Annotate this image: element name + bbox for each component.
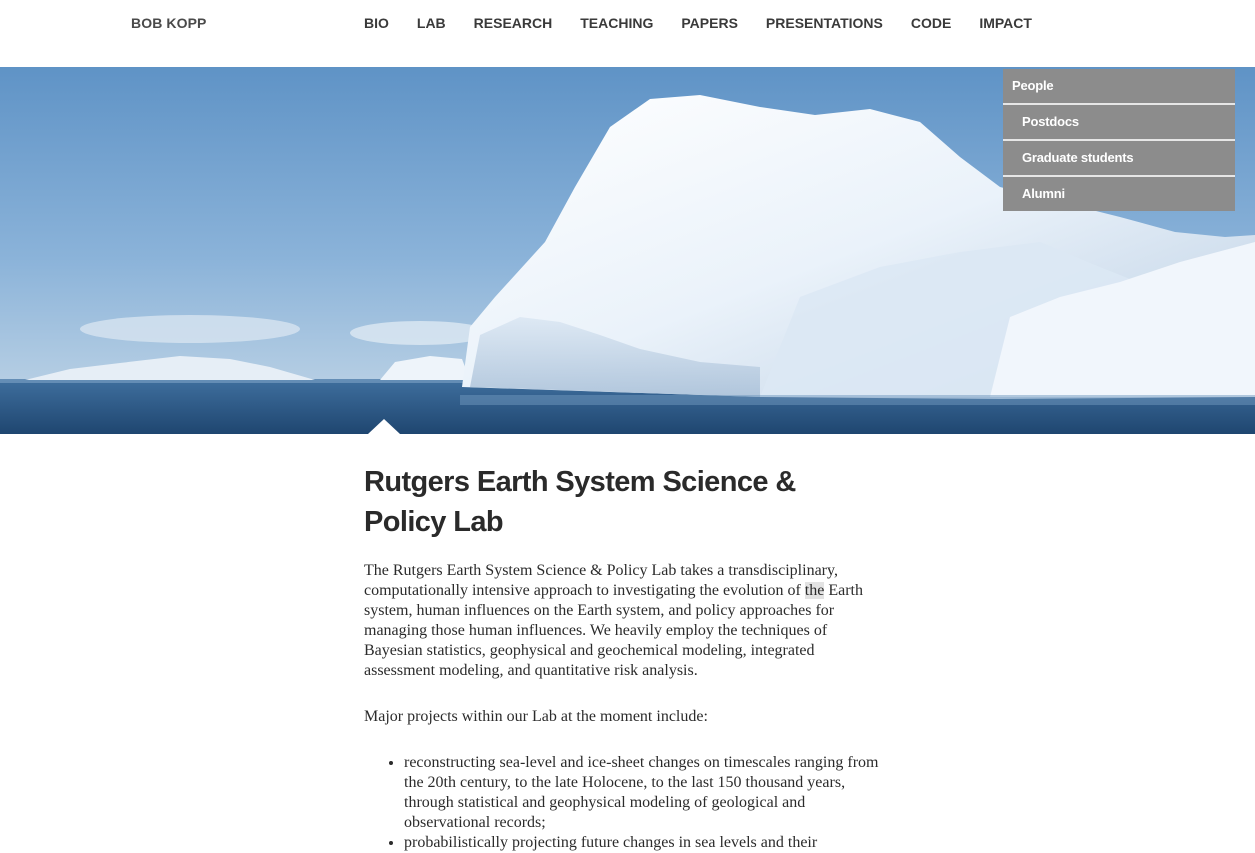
hero-pointer-notch [368, 419, 400, 434]
intro-text-start: The Rutgers Earth System Science & Polic… [364, 562, 838, 599]
nav-link-presentations[interactable]: PRESENTATIONS [766, 15, 883, 31]
top-navigation-bar: BOB KOPP BIO LAB RESEARCH TEACHING PAPER… [0, 0, 1255, 67]
nav-link-papers[interactable]: PAPERS [681, 15, 738, 31]
dropdown-item-people[interactable]: People [1003, 69, 1235, 105]
projects-intro: Major projects within our Lab at the mom… [364, 708, 708, 725]
intro-paragraph: The Rutgers Earth System Science & Polic… [364, 561, 884, 681]
lab-dropdown-menu: People Postdocs Graduate students Alumni [1003, 69, 1235, 211]
highlighted-text: the [804, 582, 825, 599]
main-content: Rutgers Earth System Science & Policy La… [364, 462, 884, 853]
nav-link-teaching[interactable]: TEACHING [580, 15, 653, 31]
main-nav: BIO LAB RESEARCH TEACHING PAPERS PRESENT… [364, 15, 1060, 31]
dropdown-item-alumni[interactable]: Alumni [1003, 177, 1235, 211]
list-item: probabilistically projecting future chan… [404, 833, 884, 853]
projects-list: reconstructing sea-level and ice-sheet c… [364, 753, 884, 853]
dropdown-item-postdocs[interactable]: Postdocs [1003, 105, 1235, 141]
nav-link-bio[interactable]: BIO [364, 15, 389, 31]
nav-link-code[interactable]: CODE [911, 15, 951, 31]
dropdown-item-graduate-students[interactable]: Graduate students [1003, 141, 1235, 177]
nav-link-research[interactable]: RESEARCH [474, 15, 553, 31]
nav-link-lab[interactable]: LAB [417, 15, 446, 31]
site-brand-link[interactable]: BOB KOPP [131, 15, 206, 31]
nav-link-impact[interactable]: IMPACT [979, 15, 1032, 31]
list-item: reconstructing sea-level and ice-sheet c… [404, 753, 884, 833]
page-title: Rutgers Earth System Science & Policy La… [364, 466, 796, 538]
